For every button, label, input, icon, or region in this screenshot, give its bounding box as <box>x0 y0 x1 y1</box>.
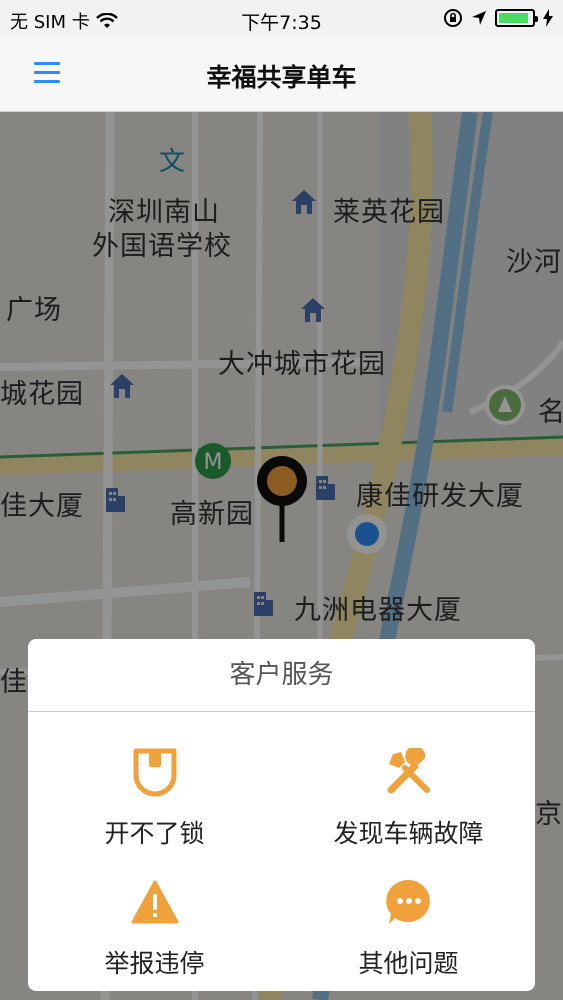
status-bar: 无 SIM 卡 下午7:35 <box>0 0 563 38</box>
location-arrow-icon <box>472 11 486 25</box>
option-report-parking[interactable]: 举报违停 <box>28 872 281 980</box>
option-label: 其他问题 <box>358 949 459 978</box>
dialog-title: 客户服务 <box>28 639 535 712</box>
status-right <box>443 8 553 28</box>
warning-icon <box>28 872 281 932</box>
option-report-fault[interactable]: 发现车辆故障 <box>282 742 535 850</box>
customer-service-dialog: 客户服务 开不了锁 发现车辆故障 举报违停 其他问题 <box>28 639 535 991</box>
chat-bubble-icon <box>282 872 535 932</box>
nav-bar: 幸福共享单车 <box>0 38 563 112</box>
charging-bolt-icon <box>543 9 553 27</box>
option-label: 举报违停 <box>104 949 205 978</box>
option-other-issues[interactable]: 其他问题 <box>282 872 535 980</box>
tools-icon <box>282 742 535 802</box>
lock-icon <box>28 742 281 802</box>
battery-fill <box>499 13 528 23</box>
option-cannot-unlock[interactable]: 开不了锁 <box>28 742 281 850</box>
options-grid: 开不了锁 发现车辆故障 举报违停 其他问题 <box>28 712 535 991</box>
option-label: 发现车辆故障 <box>333 819 484 848</box>
battery-icon <box>495 9 538 27</box>
rotation-lock-icon <box>444 9 462 27</box>
page-title: 幸福共享单车 <box>206 63 357 92</box>
option-label: 开不了锁 <box>104 819 205 848</box>
